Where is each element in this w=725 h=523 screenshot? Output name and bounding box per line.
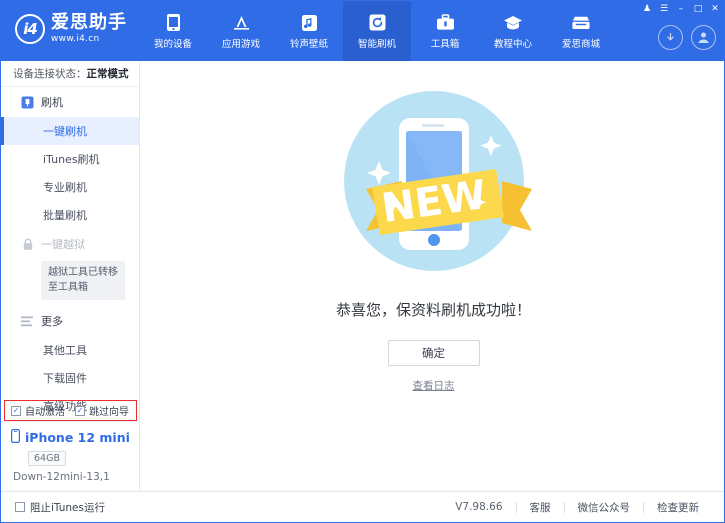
window-controls: ♟ ☰ – □ ✕	[640, 3, 722, 15]
wechat-official-link[interactable]: 微信公众号	[565, 500, 644, 515]
store-icon	[571, 13, 591, 33]
main-content: NEW 恭喜您，保资料刷机成功啦！ 确定 查看日志	[141, 61, 725, 491]
device-identifier: Down-12mini-13,1	[13, 471, 140, 483]
app-logo: i4 爱思助手 www.i4.cn	[15, 14, 127, 44]
logo-text: 爱思助手 www.i4.cn	[51, 14, 127, 44]
sidebar-item-label: 一键刷机	[43, 123, 87, 139]
sidebar-group-more: 更多	[1, 306, 139, 336]
sidebar-item-pro-flash[interactable]: 专业刷机	[1, 173, 139, 201]
minimize-icon[interactable]: –	[674, 3, 688, 15]
tab-i4-store[interactable]: 爱思商城	[547, 1, 615, 61]
sidebar-group-flash: 刷机	[1, 87, 139, 117]
sidebar-group-jailbreak: 一键越狱	[1, 229, 139, 259]
download-icon[interactable]	[658, 25, 683, 50]
tab-label: 工具箱	[431, 36, 460, 50]
app-header: i4 爱思助手 www.i4.cn 我的设备 应用游戏	[1, 1, 725, 61]
music-icon	[299, 13, 319, 33]
tab-ringtones-wallpaper[interactable]: 铃声壁纸	[275, 1, 343, 61]
checkbox-box: ✓	[75, 406, 85, 416]
toolbox-icon	[435, 13, 455, 33]
appstore-icon	[231, 13, 251, 33]
close-icon[interactable]: ✕	[708, 3, 722, 15]
sidebar-item-label: iTunes刷机	[43, 151, 100, 167]
device-name-row: iPhone 12 mini	[11, 429, 140, 446]
account-icon[interactable]	[691, 25, 716, 50]
confirm-button[interactable]: 确定	[388, 340, 480, 366]
lock-icon	[21, 238, 34, 251]
checkbox-auto-activate[interactable]: ✓ 自动激活	[11, 403, 65, 418]
maximize-icon[interactable]: □	[691, 3, 705, 15]
device-connection-status: 设备连接状态： 正常模式	[1, 61, 139, 87]
sidebar-item-batch-flash[interactable]: 批量刷机	[1, 201, 139, 229]
tab-apps-games[interactable]: 应用游戏	[207, 1, 275, 61]
header-account-actions	[658, 25, 716, 50]
menu-icon[interactable]: ☰	[657, 3, 671, 15]
sidebar-group-label: 一键越狱	[41, 236, 85, 252]
sidebar: 设备连接状态： 正常模式 刷机 一键刷机 iTunes刷机 专业刷机 批量刷机 …	[1, 61, 140, 491]
checkbox-block-itunes[interactable]: 阻止iTunes运行	[15, 500, 105, 515]
connected-device-card[interactable]: iPhone 12 mini 64GB Down-12mini-13,1	[1, 421, 140, 491]
tab-my-device[interactable]: 我的设备	[139, 1, 207, 61]
checkbox-label: 跳过向导	[89, 403, 129, 418]
list-icon	[21, 315, 34, 328]
customer-service-link[interactable]: 客服	[517, 500, 564, 515]
sidebar-item-itunes-flash[interactable]: iTunes刷机	[1, 145, 139, 173]
refresh-icon	[367, 13, 387, 33]
sidebar-group-label: 更多	[41, 313, 63, 329]
checkbox-label: 自动激活	[25, 403, 65, 418]
sidebar-item-one-key-flash[interactable]: 一键刷机	[1, 117, 139, 145]
device-status-label: 设备连接状态：	[13, 66, 87, 81]
app-window: i4 爱思助手 www.i4.cn 我的设备 应用游戏	[0, 0, 725, 523]
flash-icon	[21, 96, 34, 109]
tab-smart-flash[interactable]: 智能刷机	[343, 1, 411, 61]
status-bar-right: V7.98.66 客服 微信公众号 检查更新	[442, 500, 712, 515]
sidebar-item-label: 批量刷机	[43, 207, 87, 223]
main-nav-tabs: 我的设备 应用游戏 铃声壁纸 智能刷机	[139, 1, 615, 61]
device-capacity-badge: 64GB	[28, 451, 66, 466]
gift-icon[interactable]: ♟	[640, 3, 654, 15]
tab-tutorial-center[interactable]: 教程中心	[479, 1, 547, 61]
logo-url: www.i4.cn	[51, 35, 127, 44]
device-name: iPhone 12 mini	[25, 430, 130, 445]
sidebar-item-label: 专业刷机	[43, 179, 87, 195]
checkbox-label: 阻止iTunes运行	[30, 500, 105, 515]
checkbox-box	[15, 502, 25, 512]
jailbreak-moved-tooltip: 越狱工具已转移至工具箱	[41, 261, 125, 300]
check-update-link[interactable]: 检查更新	[644, 500, 712, 515]
sidebar-item-label: 下载固件	[43, 370, 87, 386]
tab-label: 应用游戏	[222, 36, 260, 50]
device-status-value: 正常模式	[87, 66, 129, 81]
tab-label: 智能刷机	[358, 36, 396, 50]
logo-mark-icon: i4	[15, 14, 45, 44]
checkbox-skip-wizard[interactable]: ✓ 跳过向导	[75, 403, 129, 418]
phone-icon	[163, 13, 183, 33]
checkbox-box: ✓	[11, 406, 21, 416]
status-bar: 阻止iTunes运行 V7.98.66 客服 微信公众号 检查更新	[1, 491, 725, 522]
graduation-icon	[503, 13, 523, 33]
success-message: 恭喜您，保资料刷机成功啦！	[336, 299, 531, 320]
sidebar-item-other-tools[interactable]: 其他工具	[1, 336, 139, 364]
flash-options-highlight: ✓ 自动激活 ✓ 跳过向导	[4, 400, 137, 421]
device-phone-icon	[11, 429, 20, 446]
app-version: V7.98.66	[442, 501, 515, 513]
view-log-link[interactable]: 查看日志	[413, 378, 455, 393]
sidebar-item-download-firmware[interactable]: 下载固件	[1, 364, 139, 392]
sidebar-group-label: 刷机	[41, 94, 63, 110]
tab-label: 教程中心	[494, 36, 532, 50]
sidebar-item-label: 其他工具	[43, 342, 87, 358]
tab-label: 铃声壁纸	[290, 36, 328, 50]
tab-label: 我的设备	[154, 36, 192, 50]
logo-name: 爱思助手	[51, 14, 127, 32]
tab-toolbox[interactable]: 工具箱	[411, 1, 479, 61]
new-phone-badge-illustration: NEW	[336, 83, 532, 283]
tab-label: 爱思商城	[562, 36, 600, 50]
sidebar-bottom: ✓ 自动激活 ✓ 跳过向导 iPhone 12 mini 64GB Down-1…	[1, 400, 140, 491]
